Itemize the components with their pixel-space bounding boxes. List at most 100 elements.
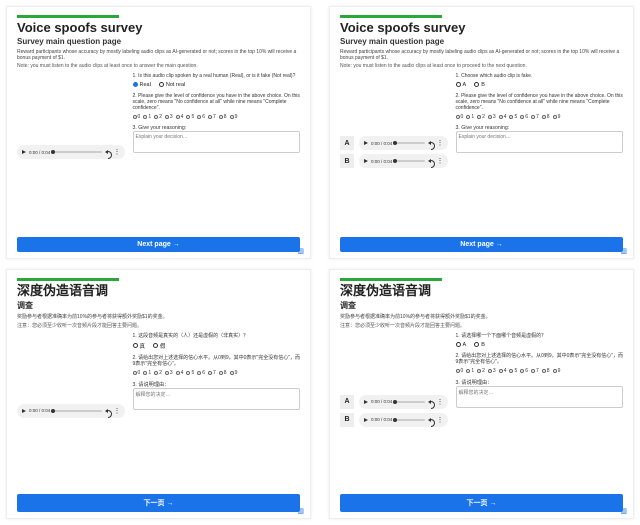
scale-option-9[interactable]: 9 (553, 368, 561, 374)
confidence-scale[interactable]: 0123456789 (456, 368, 623, 374)
reason-input[interactable] (133, 131, 300, 153)
audio-player-b[interactable]: 0:00 / 0:04 ⋮ (359, 413, 448, 427)
scale-option-7[interactable]: 7 (531, 368, 539, 374)
scale-option-7[interactable]: 7 (208, 370, 216, 376)
radio-a[interactable]: A (456, 342, 467, 348)
radio-a[interactable]: A (456, 82, 467, 88)
play-icon[interactable] (364, 418, 368, 422)
audio-time: 0:00 / 0:04 (371, 141, 392, 146)
menu-icon[interactable]: ⋮ (437, 139, 443, 147)
q2-text: 2. 请给出您对上述选择的信心水平。从0到9，其中0表示"完全没有信心"，而9表… (133, 355, 300, 368)
next-button[interactable]: Next page → (340, 237, 623, 252)
scale-option-9[interactable]: 9 (553, 114, 561, 120)
scale-option-7[interactable]: 7 (531, 114, 539, 120)
scale-option-9[interactable]: 9 (230, 114, 238, 120)
speaker-icon[interactable] (428, 140, 434, 146)
scale-option-0[interactable]: 0 (133, 114, 141, 120)
scale-option-7[interactable]: 7 (208, 114, 216, 120)
reason-input[interactable] (133, 388, 300, 410)
menu-icon[interactable]: ⋮ (437, 157, 443, 165)
scale-option-1[interactable]: 1 (143, 114, 151, 120)
reason-input[interactable] (456, 386, 623, 408)
next-button[interactable]: Next page → (17, 237, 300, 252)
page-subtitle: 调查 (340, 300, 623, 311)
audio-track[interactable] (53, 151, 101, 153)
scale-option-4[interactable]: 4 (176, 114, 184, 120)
menu-icon[interactable]: ⋮ (437, 398, 443, 406)
confidence-scale[interactable]: 0123456789 (133, 370, 300, 376)
scale-option-5[interactable]: 5 (186, 370, 194, 376)
radio-b[interactable]: B (474, 82, 485, 88)
scale-option-0[interactable]: 0 (456, 114, 464, 120)
scale-option-1[interactable]: 1 (143, 370, 151, 376)
audio-track[interactable] (395, 142, 424, 144)
radio-real[interactable]: 真 (133, 342, 146, 350)
radio-notreal[interactable]: 假 (153, 342, 166, 350)
accent-bar (340, 15, 442, 18)
confidence-scale[interactable]: 0123456789 (456, 114, 623, 120)
reason-input[interactable] (456, 131, 623, 153)
scale-option-6[interactable]: 6 (197, 114, 205, 120)
scale-option-6[interactable]: 6 (520, 368, 528, 374)
scale-option-2[interactable]: 2 (477, 368, 485, 374)
menu-icon[interactable]: ⋮ (114, 407, 120, 415)
menu-icon[interactable]: ⋮ (114, 148, 120, 156)
speaker-icon[interactable] (428, 417, 434, 423)
panel-zh-ab: 深度伪造语音调 调查 奖励参与者根据准确率为前10%的参与者将获得额外奖励$1的… (329, 269, 634, 519)
scale-option-9[interactable]: 9 (230, 370, 238, 376)
next-button[interactable]: 下一页 → (17, 494, 300, 512)
radio-b[interactable]: B (474, 342, 485, 348)
radio-notreal[interactable]: Not real (159, 82, 185, 88)
audio-track[interactable] (395, 160, 424, 162)
play-icon[interactable] (22, 409, 26, 413)
scale-option-4[interactable]: 4 (499, 368, 507, 374)
radio-real[interactable]: Real (133, 82, 151, 88)
scale-option-6[interactable]: 6 (197, 370, 205, 376)
speaker-icon[interactable] (428, 158, 434, 164)
speaker-icon[interactable] (105, 408, 111, 414)
scale-option-3[interactable]: 3 (165, 370, 173, 376)
intro-text: Reward participants whose accuracy by mo… (340, 49, 623, 62)
scale-option-2[interactable]: 2 (154, 114, 162, 120)
scale-option-4[interactable]: 4 (499, 114, 507, 120)
menu-icon[interactable]: ⋮ (437, 416, 443, 424)
scale-option-8[interactable]: 8 (219, 114, 227, 120)
speaker-icon[interactable] (105, 149, 111, 155)
scale-option-1[interactable]: 1 (466, 368, 474, 374)
scale-option-3[interactable]: 3 (165, 114, 173, 120)
scale-option-0[interactable]: 0 (133, 370, 141, 376)
audio-time: 0:00 / 0:04 (29, 408, 50, 413)
audio-player[interactable]: 0:00 / 0:04 ⋮ (17, 404, 125, 418)
play-icon[interactable] (364, 159, 368, 163)
scale-option-2[interactable]: 2 (477, 114, 485, 120)
next-button[interactable]: 下一页 → (340, 494, 623, 512)
scale-option-5[interactable]: 5 (186, 114, 194, 120)
play-icon[interactable] (364, 400, 368, 404)
scale-option-5[interactable]: 5 (509, 368, 517, 374)
q2-text: 2. Please give the level of confidence y… (456, 93, 623, 112)
scale-option-8[interactable]: 8 (542, 368, 550, 374)
audio-track[interactable] (395, 419, 424, 421)
audio-time: 0:00 / 0:04 (371, 399, 392, 404)
scale-option-5[interactable]: 5 (509, 114, 517, 120)
play-icon[interactable] (364, 141, 368, 145)
audio-player[interactable]: 0:00 / 0:04 ⋮ (17, 145, 125, 159)
audio-player-b[interactable]: 0:00 / 0:04 ⋮ (359, 154, 448, 168)
scale-option-1[interactable]: 1 (466, 114, 474, 120)
audio-player-a[interactable]: 0:00 / 0:04 ⋮ (359, 395, 448, 409)
scale-option-2[interactable]: 2 (154, 370, 162, 376)
audio-track[interactable] (53, 410, 101, 412)
audio-track[interactable] (395, 401, 424, 403)
scale-option-4[interactable]: 4 (176, 370, 184, 376)
scale-option-8[interactable]: 8 (542, 114, 550, 120)
scale-option-3[interactable]: 3 (488, 114, 496, 120)
scale-option-0[interactable]: 0 (456, 368, 464, 374)
accent-bar (340, 278, 442, 281)
confidence-scale[interactable]: 0123456789 (133, 114, 300, 120)
play-icon[interactable] (22, 150, 26, 154)
speaker-icon[interactable] (428, 399, 434, 405)
scale-option-8[interactable]: 8 (219, 370, 227, 376)
audio-player-a[interactable]: 0:00 / 0:04 ⋮ (359, 136, 448, 150)
scale-option-3[interactable]: 3 (488, 368, 496, 374)
scale-option-6[interactable]: 6 (520, 114, 528, 120)
